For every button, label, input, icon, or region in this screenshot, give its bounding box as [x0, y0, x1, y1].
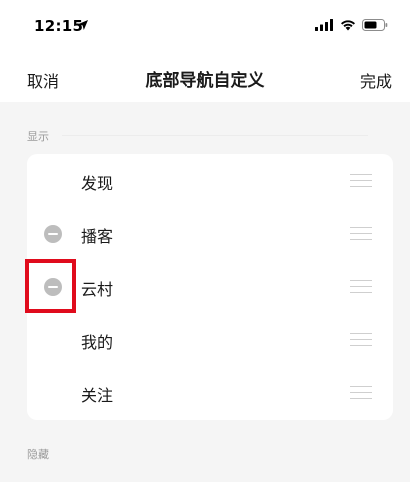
list-item[interactable]: 关注 [27, 366, 393, 419]
shown-section-label: 显示 [27, 130, 49, 143]
nav-bar: 取消 底部导航自定义 完成 [0, 54, 410, 102]
status-time: 12:15 [34, 17, 84, 35]
page-title: 底部导航自定义 [145, 71, 265, 91]
drag-handle-icon[interactable] [350, 174, 372, 187]
list-item-label: 云村 [81, 280, 114, 299]
shown-items-list: 发现 播客 云村 我的 关注 [27, 154, 393, 420]
drag-handle-icon[interactable] [350, 386, 372, 399]
list-item-label: 播客 [81, 227, 114, 246]
list-item[interactable]: 播客 [27, 207, 393, 260]
list-item[interactable]: 发现 [27, 154, 393, 207]
done-button[interactable]: 完成 [360, 68, 392, 92]
status-bar: 12:15 [0, 0, 410, 54]
list-item-label: 关注 [81, 386, 114, 405]
drag-handle-icon[interactable] [350, 333, 372, 346]
location-arrow-icon [78, 20, 88, 30]
wifi-icon [341, 20, 355, 31]
list-item[interactable]: 云村 [27, 260, 393, 313]
battery-icon [362, 19, 388, 31]
cellular-signal-icon [315, 19, 333, 31]
remove-icon[interactable] [44, 278, 62, 296]
remove-icon[interactable] [44, 225, 62, 243]
list-item[interactable]: 我的 [27, 313, 393, 366]
list-item-label: 我的 [81, 333, 114, 352]
drag-handle-icon[interactable] [350, 280, 372, 293]
hidden-section-label: 隐藏 [27, 448, 49, 461]
list-item-label: 发现 [81, 174, 114, 193]
status-icons [315, 19, 388, 31]
section-divider [62, 135, 368, 136]
drag-handle-icon[interactable] [350, 227, 372, 240]
